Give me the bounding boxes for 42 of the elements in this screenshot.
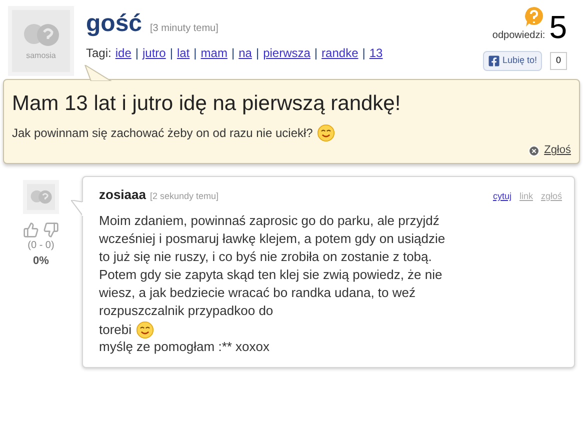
answers-label: odpowiedzi: (492, 29, 546, 43)
tag-link[interactable]: mam (200, 44, 228, 62)
tag-link[interactable]: randke (322, 44, 358, 62)
tag-link[interactable]: jutro (142, 44, 166, 62)
vote-percent: 0% (33, 254, 49, 269)
avatar-label: samosia (26, 52, 56, 60)
facebook-icon (488, 54, 500, 67)
answer-time: [2 sekundy temu] (150, 190, 219, 203)
tag-separator: | (194, 45, 197, 62)
post-time: [3 minuty temu] (150, 22, 218, 36)
author-name: gość (86, 9, 142, 39)
answer-author: zosiaaa (99, 186, 146, 204)
tag-link[interactable]: na (238, 44, 252, 62)
like-button[interactable]: Lubię to! (483, 51, 542, 70)
smiley-icon (316, 124, 335, 142)
like-count: 0 (550, 52, 567, 70)
chat-bubbles-icon (29, 188, 53, 205)
question-text: Jak powinnam się zachować żeby on od razu nie uciekł? (12, 126, 313, 140)
close-icon (528, 144, 540, 157)
smiley-icon (136, 320, 154, 339)
chat-bubbles-icon (21, 22, 61, 48)
answers-count: 5 (549, 11, 567, 43)
tag-link[interactable]: pierwsza (263, 44, 310, 62)
tag-separator: | (170, 45, 173, 62)
answer-text-end: torebi (99, 321, 132, 340)
tag-link[interactable]: lat (176, 44, 190, 62)
tag-separator: | (256, 45, 260, 62)
question-bubble-icon (523, 6, 546, 28)
tag-separator: | (231, 45, 235, 62)
tags-label: Tagi: (86, 45, 112, 62)
tag-separator: | (362, 45, 366, 62)
tag-separator: | (314, 45, 318, 62)
answer-signoff: myślę ze pomogłam :** xoxox (99, 339, 271, 356)
vote-count: (0 - 0) (28, 238, 54, 253)
question-title: Mam 13 lat i jutro idę na pierwszą randkę! (12, 91, 402, 117)
tag-separator: | (135, 45, 138, 62)
report-link[interactable]: Zgłoś (528, 142, 571, 159)
thumbs-down-icon[interactable] (43, 222, 59, 238)
answer-link[interactable]: cytuj (492, 190, 512, 204)
tag-link[interactable]: ide (115, 44, 132, 62)
tag-link[interactable]: 13 (369, 44, 383, 62)
thumbs-up-icon[interactable] (23, 222, 39, 238)
